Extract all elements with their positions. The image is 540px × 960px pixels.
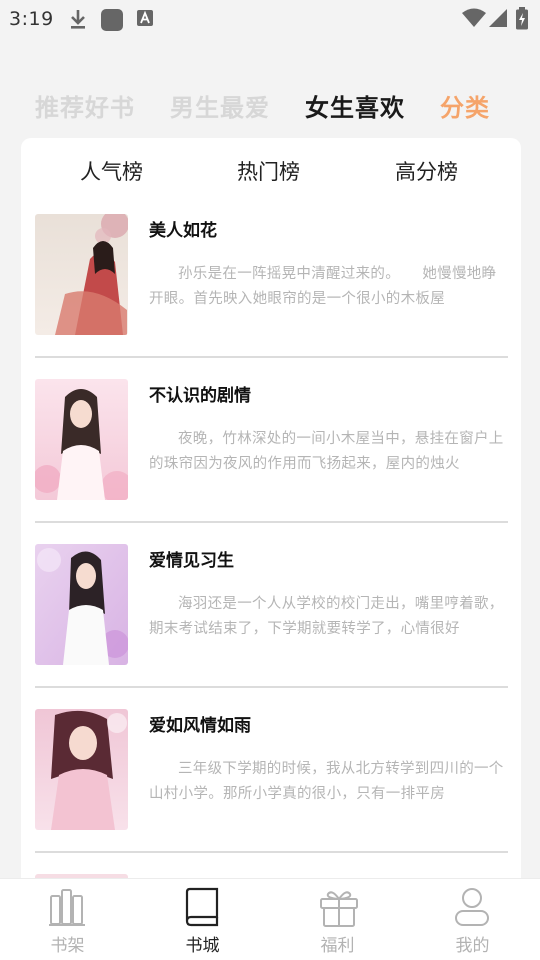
divider [35, 686, 508, 688]
gift-icon [320, 891, 358, 927]
tab-recommended[interactable]: 推荐好书 [35, 88, 135, 123]
book-item[interactable]: 爱情见习生 海羽还是一个人从学校的校门走出，嘴里哼着歌，期末考试结束了，下学期就… [35, 544, 508, 709]
book-description: 夜晚，竹林深处的一间小木屋当中，悬挂在窗户上的珠帘因为夜风的作用而飞扬起来，屋内… [149, 431, 504, 472]
book-item[interactable]: 不认识的剧情 夜晚，竹林深处的一间小木屋当中，悬挂在窗户上的珠帘因为夜风的作用而… [35, 379, 508, 544]
book-title[interactable]: 美人如花 [149, 216, 217, 241]
book-title[interactable]: 爱情见习生 [149, 546, 234, 571]
tab-girls-like[interactable]: 女生喜欢 [305, 88, 405, 123]
nav-welfare[interactable]: 福利 [270, 879, 405, 960]
signal-icon [488, 7, 508, 33]
bookshelf-icon [49, 889, 85, 926]
tab-categories[interactable]: 分类 [440, 88, 490, 123]
nav-bookstore[interactable]: 书城 [135, 879, 270, 960]
book-description: 孙乐是在一阵摇晃中清醒过来的。 她慢慢地睁开眼。首先映入她眼帘的是一个很小的木板… [149, 266, 497, 307]
book-item[interactable]: 爱如风情如雨 三年级下学期的时候，我从北方转学到四川的一个山村小学。那所小学真的… [35, 709, 508, 874]
rank-tab-popular[interactable]: 人气榜 [80, 156, 143, 186]
tab-boys-favorite[interactable]: 男生最爱 [170, 88, 270, 123]
category-tabs: 推荐好书 男生最爱 女生喜欢 分类 [0, 88, 540, 124]
status-bar: 3:19 [0, 0, 540, 38]
book-store-icon [185, 887, 219, 927]
divider [35, 356, 508, 358]
font-a-icon [136, 8, 154, 32]
book-item[interactable]: 美人如花 孙乐是在一阵摇晃中清醒过来的。 她慢慢地睁开眼。首先映入她眼帘的是一个… [35, 214, 508, 379]
bottom-navigation: 书架 书城 福利 我的 [0, 878, 540, 960]
divider [35, 851, 508, 853]
rank-tab-high-score[interactable]: 高分榜 [395, 156, 458, 186]
ranking-card: 人气榜 热门榜 高分榜 美人如花 孙乐是在一阵摇晃中清醒过来的。 她慢慢地睁开眼 [21, 138, 521, 898]
download-icon [68, 8, 88, 34]
nav-label: 福利 [320, 936, 355, 956]
nav-label: 我的 [455, 936, 490, 956]
status-time: 3:19 [9, 8, 54, 30]
nav-bookshelf[interactable]: 书架 [0, 879, 135, 960]
divider [35, 521, 508, 523]
book-title[interactable]: 不认识的剧情 [149, 381, 251, 406]
book-cover[interactable] [35, 214, 128, 335]
nav-label: 书架 [50, 936, 85, 956]
nav-label: 书城 [185, 936, 220, 956]
app-square-icon [100, 8, 124, 36]
book-description: 三年级下学期的时候，我从北方转学到四川的一个山村小学。那所小学真的很小，只有一排… [149, 761, 504, 802]
wifi-icon [462, 7, 486, 33]
nav-profile[interactable]: 我的 [405, 879, 540, 960]
rank-tab-hot[interactable]: 热门榜 [237, 156, 300, 186]
book-description: 海羽还是一个人从学校的校门走出，嘴里哼着歌，期末考试结束了，下学期就要转学了，心… [149, 596, 504, 637]
book-cover[interactable] [35, 379, 128, 500]
profile-icon [455, 888, 489, 926]
book-cover[interactable] [35, 544, 128, 665]
book-title[interactable]: 爱如风情如雨 [149, 711, 251, 736]
battery-charging-icon [515, 7, 529, 35]
book-cover[interactable] [35, 709, 128, 830]
